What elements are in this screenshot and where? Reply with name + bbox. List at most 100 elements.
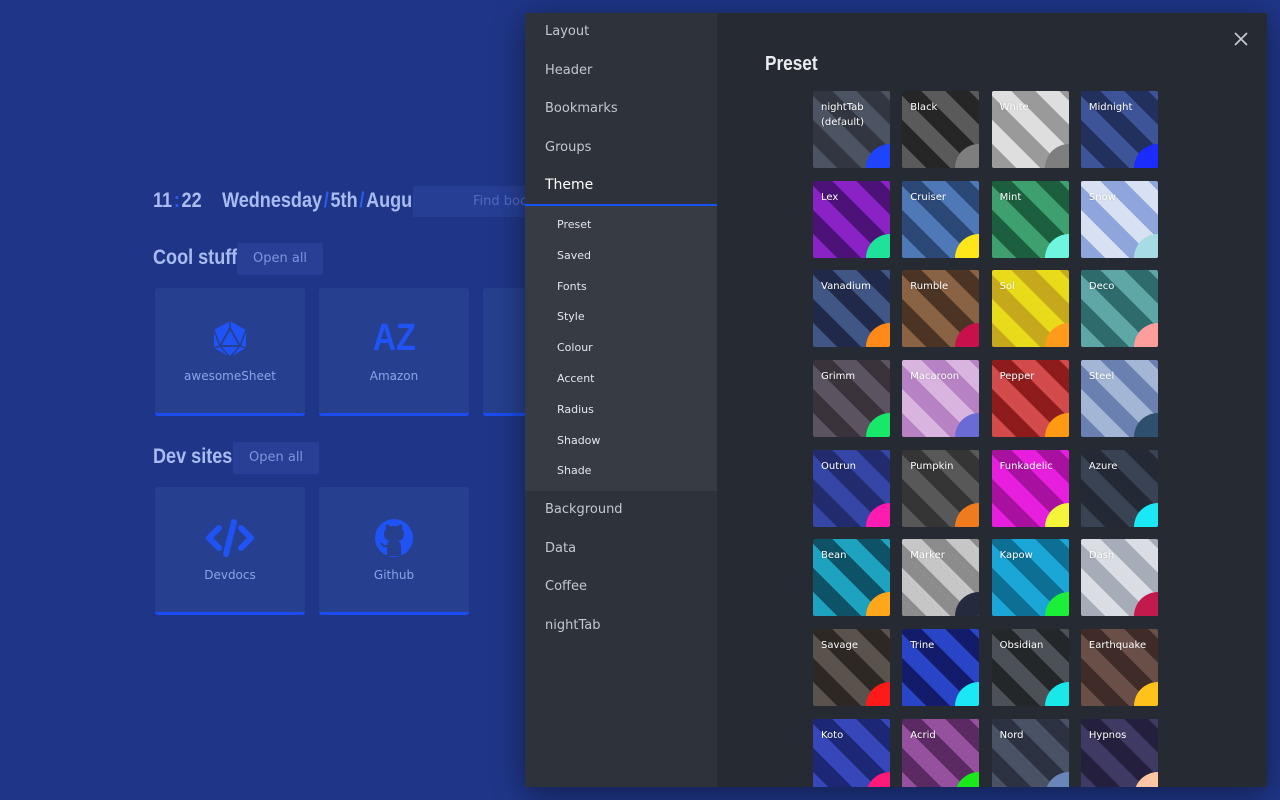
accent-dot-icon xyxy=(1133,233,1158,258)
menu-item-data[interactable]: Data xyxy=(525,530,717,569)
accent-dot-icon xyxy=(866,413,890,438)
group-title-cool-stuff: Cool stuff xyxy=(153,246,238,269)
bookmark-label: awesomeSheet xyxy=(184,368,276,383)
preset-swatch-savage[interactable]: Savage xyxy=(813,629,890,707)
preset-swatch-bean[interactable]: Bean xyxy=(813,539,890,617)
preset-swatch-trine[interactable]: Trine xyxy=(902,629,980,707)
menu-item-bookmarks[interactable]: Bookmarks xyxy=(525,90,717,129)
preset-swatch-koto[interactable]: Koto xyxy=(813,718,890,787)
submenu-item-radius[interactable]: Radius xyxy=(525,395,717,426)
accent-dot-icon xyxy=(866,592,890,617)
preset-swatch-azure[interactable]: Azure xyxy=(1080,449,1158,527)
preset-swatch-black[interactable]: Black xyxy=(902,91,980,168)
preset-swatch-earthquake[interactable]: Earthquake xyxy=(1080,629,1158,707)
open-all-button[interactable]: Open all xyxy=(233,442,320,474)
preset-swatch-nighttab[interactable]: nightTab (default) xyxy=(813,91,890,168)
preset-name: Mint xyxy=(999,191,1022,203)
preset-swatch-pepper[interactable]: Pepper xyxy=(991,360,1069,438)
preset-swatch-lex[interactable]: Lex xyxy=(813,180,890,258)
preset-swatch-acrid[interactable]: Acrid xyxy=(902,718,980,787)
preset-name: nightTab (default) xyxy=(821,102,864,128)
accent-dot-icon xyxy=(1133,144,1158,168)
preset-swatch-obsidian[interactable]: Obsidian xyxy=(991,629,1069,707)
preset-name: Cruiser xyxy=(910,191,946,203)
preset-name: Marker xyxy=(910,550,945,562)
accent-dot-icon xyxy=(955,233,980,258)
accent-dot-icon xyxy=(1044,413,1069,438)
accent-dot-icon xyxy=(866,771,890,787)
accent-dot-icon xyxy=(1044,144,1069,168)
preset-swatch-pumpkin[interactable]: Pumpkin xyxy=(902,449,980,527)
accent-dot-icon xyxy=(1133,413,1158,438)
preset-name: Macaroon xyxy=(910,371,960,383)
bookmark-tile-amazon[interactable]: AZ Amazon xyxy=(319,288,469,416)
menu-item-nighttab[interactable]: nightTab xyxy=(525,607,717,646)
menu-item-background[interactable]: Background xyxy=(525,491,717,530)
preset-swatch-dash[interactable]: Dash xyxy=(1080,539,1158,617)
accent-dot-icon xyxy=(1133,682,1158,707)
submenu-item-shade[interactable]: Shade xyxy=(525,456,717,487)
preset-swatch-marker[interactable]: Marker xyxy=(902,539,980,617)
date-separator: / xyxy=(323,189,329,212)
preset-name: Vanadium xyxy=(821,281,871,293)
open-all-button[interactable]: Open all xyxy=(237,243,324,275)
preset-swatch-rumble[interactable]: Rumble xyxy=(902,270,980,348)
accent-dot-icon xyxy=(1044,592,1069,617)
preset-swatch-kapow[interactable]: Kapow xyxy=(991,539,1069,617)
preset-swatch-nord[interactable]: Nord xyxy=(991,718,1069,787)
bookmark-label: Devdocs xyxy=(204,567,256,582)
bookmark-tile-github[interactable]: Github xyxy=(319,487,469,615)
accent-dot-icon xyxy=(866,682,890,707)
preset-swatch-macaroon[interactable]: Macaroon xyxy=(902,360,980,438)
preset-swatch-cruiser[interactable]: Cruiser xyxy=(902,180,980,258)
menu-item-groups[interactable]: Groups xyxy=(525,129,717,168)
preset-name: Deco xyxy=(1088,281,1115,293)
clock-separator: : xyxy=(173,189,180,212)
code-icon xyxy=(205,518,255,558)
preset-name: Grimm xyxy=(821,371,856,383)
bookmark-tile-awesomesheet[interactable]: awesomeSheet xyxy=(155,288,305,416)
preset-swatch-vanadium[interactable]: Vanadium xyxy=(813,270,890,348)
submenu-item-fonts[interactable]: Fonts xyxy=(525,272,717,303)
menu-item-coffee[interactable]: Coffee xyxy=(525,568,717,607)
accent-dot-icon xyxy=(1044,771,1069,787)
preset-name: Rumble xyxy=(910,281,949,293)
accent-dot-icon xyxy=(955,682,980,707)
preset-swatch-snow[interactable]: Snow xyxy=(1080,180,1158,258)
bookmark-tile-devdocs[interactable]: Devdocs xyxy=(155,487,305,615)
preset-swatch-mint[interactable]: Mint xyxy=(991,180,1069,258)
submenu-item-saved[interactable]: Saved xyxy=(525,241,717,272)
preset-name: Black xyxy=(910,102,938,113)
preset-name: Earthquake xyxy=(1088,640,1147,652)
preset-swatch-steel[interactable]: Steel xyxy=(1080,360,1158,438)
preset-swatch-outrun[interactable]: Outrun xyxy=(813,449,890,527)
preset-swatch-white[interactable]: White xyxy=(991,91,1069,168)
submenu-item-style[interactable]: Style xyxy=(525,302,717,333)
submenu-item-colour[interactable]: Colour xyxy=(525,333,717,364)
submenu-item-accent[interactable]: Accent xyxy=(525,364,717,395)
menu-item-header[interactable]: Header xyxy=(525,52,717,91)
preset-swatch-funkadelic[interactable]: Funkadelic xyxy=(991,449,1069,527)
preset-name: Sol xyxy=(999,281,1015,293)
clock-minutes: 22 xyxy=(181,189,202,212)
preset-swatch-midnight[interactable]: Midnight xyxy=(1080,91,1158,168)
accent-dot-icon xyxy=(955,413,980,438)
accent-dot-icon xyxy=(955,323,980,348)
accent-dot-icon xyxy=(866,502,890,527)
preset-name: Obsidian xyxy=(999,640,1044,652)
menu-item-theme[interactable]: Theme xyxy=(525,167,717,206)
close-icon[interactable] xyxy=(1233,31,1249,47)
date-day: Wednesday xyxy=(221,189,322,212)
preset-name: Nord xyxy=(999,729,1024,741)
preset-swatch-grimm[interactable]: Grimm xyxy=(813,360,890,438)
submenu-item-shadow[interactable]: Shadow xyxy=(525,426,717,457)
preset-swatch-deco[interactable]: Deco xyxy=(1080,270,1158,348)
accent-dot-icon xyxy=(1044,682,1069,707)
settings-menu: Layout Header Bookmarks Groups Theme Pre… xyxy=(525,13,717,787)
preset-swatch-hypnos[interactable]: Hypnos xyxy=(1080,718,1158,787)
menu-item-layout[interactable]: Layout xyxy=(525,13,717,52)
submenu-item-preset[interactable]: Preset xyxy=(525,210,717,241)
preset-name: Acrid xyxy=(910,729,936,741)
clock-hours: 11 xyxy=(153,189,173,212)
preset-swatch-sol[interactable]: Sol xyxy=(991,270,1069,348)
